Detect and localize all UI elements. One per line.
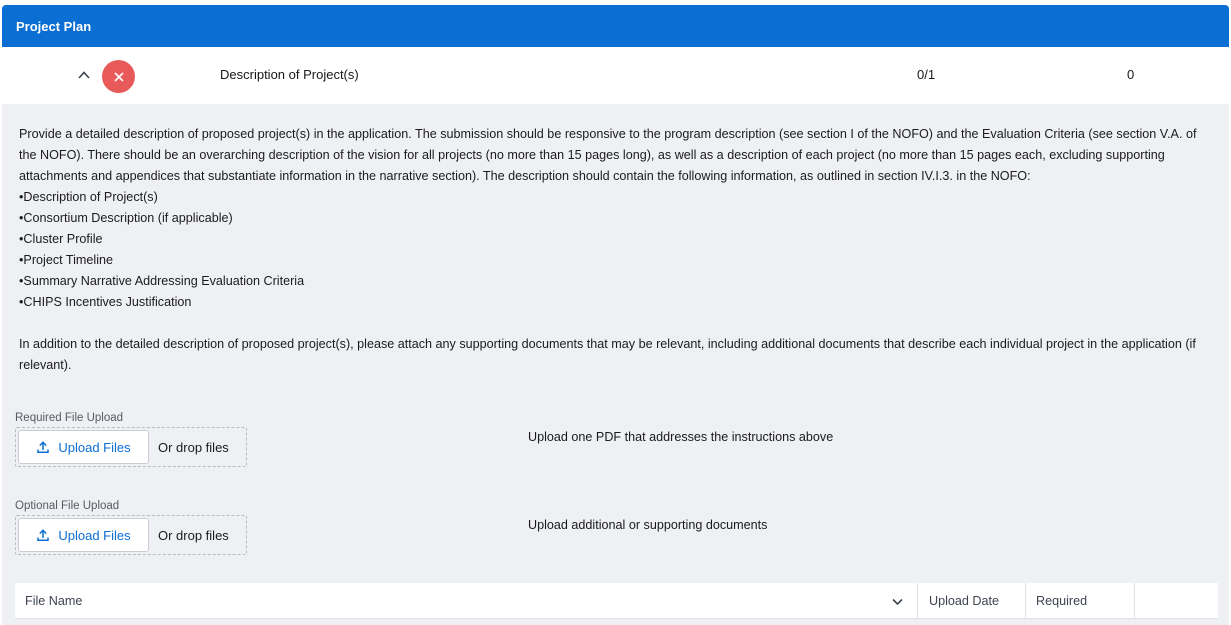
file-name-column-header[interactable]: File Name [15, 583, 918, 619]
required-upload-label: Required File Upload [15, 412, 124, 424]
optional-upload-hint: Upload additional or supporting document… [528, 518, 768, 532]
instructions-paragraph: Provide a detailed description of propos… [19, 127, 1197, 183]
instructions-text: Provide a detailed description of propos… [19, 124, 1199, 376]
requirement-value: 0 [1127, 67, 1135, 82]
column-label: Required [1036, 594, 1088, 608]
optional-drop-zone[interactable]: Upload Files Or drop files [15, 515, 247, 555]
chevron-up-icon[interactable] [77, 68, 91, 82]
instructions-list: Description of Project(s) Consortium Des… [19, 187, 1199, 313]
close-icon [113, 71, 124, 82]
section-title: Project Plan [16, 18, 92, 34]
upload-date-column-header: Upload Date [918, 583, 1026, 619]
additional-instructions: In addition to the detailed description … [19, 337, 1196, 372]
upload-button-label: Upload Files [58, 439, 131, 455]
list-item: Description of Project(s) [19, 187, 1199, 208]
section-header: Project Plan [2, 5, 1229, 47]
file-count: 0/1 [917, 67, 936, 82]
chevron-down-icon[interactable] [891, 595, 904, 608]
required-upload-hint: Upload one PDF that addresses the instru… [528, 430, 834, 444]
remove-button[interactable] [102, 60, 135, 93]
actions-column-header [1135, 583, 1218, 619]
upload-button-label: Upload Files [58, 527, 131, 543]
files-table-header: File Name Upload Date Required [15, 583, 1218, 619]
required-upload-button[interactable]: Upload Files [18, 430, 149, 464]
required-upload-group: Required File Upload Upload Files Or dro… [15, 412, 247, 467]
column-label: Upload Date [929, 594, 1000, 608]
upload-icon [37, 529, 50, 542]
list-item: CHIPS Incentives Justification [19, 292, 1199, 313]
requirement-details-panel: Provide a detailed description of propos… [2, 104, 1229, 625]
list-item: Project Timeline [19, 250, 1199, 271]
list-item: Consortium Description (if applicable) [19, 208, 1199, 229]
list-item: Cluster Profile [19, 229, 1199, 250]
optional-upload-button[interactable]: Upload Files [18, 518, 149, 552]
column-label: File Name [25, 594, 83, 608]
required-drop-zone[interactable]: Upload Files Or drop files [15, 427, 247, 467]
optional-upload-label: Optional File Upload [15, 500, 120, 512]
drop-files-text: Or drop files [158, 439, 229, 455]
required-column-header: Required [1026, 583, 1135, 619]
list-item: Summary Narrative Addressing Evaluation … [19, 271, 1199, 292]
requirement-row: Description of Project(s) 0/1 0 [2, 47, 1229, 104]
optional-upload-group: Optional File Upload Upload Files Or dro… [15, 500, 247, 555]
upload-icon [37, 441, 50, 454]
drop-files-text: Or drop files [158, 527, 229, 543]
requirement-title: Description of Project(s) [220, 67, 359, 82]
